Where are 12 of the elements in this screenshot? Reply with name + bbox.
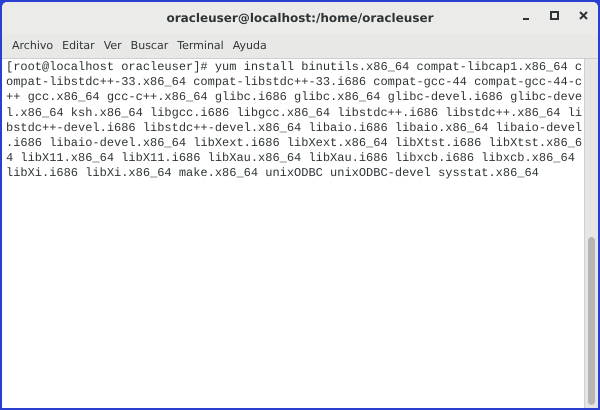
- maximize-icon[interactable]: [550, 11, 559, 20]
- menu-item[interactable]: Terminal: [173, 36, 228, 56]
- menu-item[interactable]: Ayuda: [228, 36, 271, 56]
- window-title: oracleuser@localhost:/home/oracleuser: [166, 10, 434, 27]
- scrollbar[interactable]: [584, 59, 598, 408]
- menu-item[interactable]: Ver: [100, 36, 126, 56]
- terminal-output: [root@localhost oracleuser]# yum install binutils.x86_64 compat-libcap1.x86_64 c ompat-libstdc++-33.x86_64 compat-libstdc++-33.i686 compat-gcc-44 compat-gcc-44-c ++ gcc.x86_64 gcc-c++.x86_64 glibc.i686 glibc.x86_64 glibc-devel.i686 glibc-deve l.x86_64 ksh.x86_64 libgcc.i686 libgcc.x86_64 libstdc++.i686 libstdc++.x86_64 li bstdc++-devel.i686 libstdc++-devel.x86_64 libaio.i686 libaio.x86_64 libaio-devel .i686 libaio-devel.x86_64 libXext.i686 libXext.x86_64 libXtst.i686 libXtst.x86_6 4 libX11.x86_64 libX11.i686 libXau.x86_64 libXau.i686 libxcb.i686 libxcb.x86_64 libXi.i686 libXi.x86_64 make.x86_64 unixODBC unixODBC-devel sysstat.x86_64: [5, 59, 584, 182]
- menu-item[interactable]: Buscar: [126, 36, 172, 56]
- close-icon[interactable]: [579, 11, 588, 20]
- scrollbar-thumb[interactable]: [588, 237, 595, 405]
- menu-item[interactable]: Archivo: [8, 36, 58, 56]
- menu-item[interactable]: Editar: [58, 36, 99, 56]
